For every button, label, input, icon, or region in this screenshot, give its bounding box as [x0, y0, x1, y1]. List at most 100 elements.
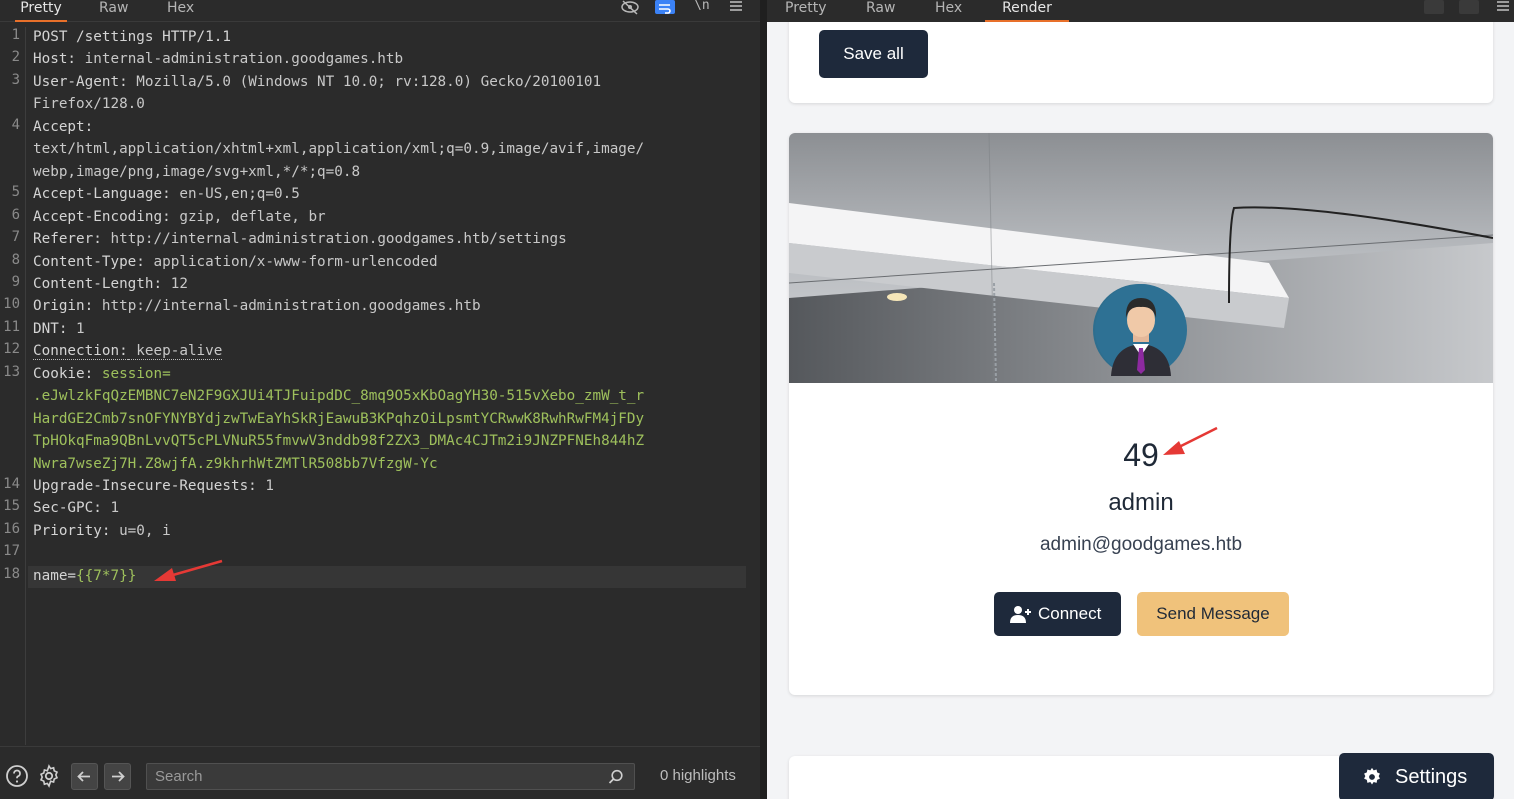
code-line[interactable]: HardGE2Cmb7snOFYNYBYdjzwTwEaYhSkRjEawuB3… — [33, 408, 644, 430]
header-name: Accept-Encoding: — [33, 208, 171, 225]
code-line[interactable]: DNT: 1 — [33, 318, 85, 340]
header-name: Cookie: — [33, 365, 94, 382]
request-tabbar: Pretty Raw Hex \n — [0, 0, 760, 22]
code-value-highlight: session= — [101, 365, 171, 382]
code-line[interactable]: Priority: u=0, i — [33, 520, 171, 542]
tab-raw[interactable]: Raw — [99, 0, 128, 22]
code-line[interactable]: Connection: keep-alive — [33, 340, 223, 362]
settings-label: Settings — [1395, 766, 1468, 788]
line-number: 18 — [3, 565, 20, 582]
connect-button[interactable]: Connect — [994, 592, 1121, 636]
line-number: 7 — [11, 229, 20, 246]
code-line[interactable]: Cookie: session= — [33, 363, 171, 385]
code-line[interactable]: POST /settings HTTP/1.1 — [33, 26, 231, 48]
search-input[interactable]: Search — [146, 763, 635, 790]
code-line[interactable]: Content-Length: 12 — [33, 273, 188, 295]
render-tabbar: Pretty Raw Hex Render — [767, 0, 1514, 22]
tab-hex[interactable]: Hex — [167, 0, 194, 22]
line-number: 10 — [3, 296, 20, 313]
code-line[interactable]: Upgrade-Insecure-Requests: 1 — [33, 475, 274, 497]
header-value: webp,image/png,image/svg+xml,*/*;q=0.8 — [33, 163, 361, 180]
code-line[interactable]: Sec-GPC: 1 — [33, 497, 119, 519]
header-value: 1 — [256, 478, 275, 494]
gear-icon[interactable] — [37, 764, 61, 788]
header-value: text/html,application/xhtml+xml,applicat… — [33, 141, 645, 158]
header-name: Content-Type: — [33, 253, 145, 270]
tab-hex[interactable]: Hex — [935, 0, 962, 22]
tab-pretty[interactable]: Pretty — [785, 0, 827, 22]
tab-pretty[interactable]: Pretty — [15, 0, 67, 22]
code-line[interactable]: Referer: http://internal-administration.… — [33, 228, 567, 250]
code-line[interactable]: Firefox/128.0 — [33, 93, 145, 115]
header-name: Origin: — [33, 298, 94, 315]
line-number: 15 — [3, 498, 20, 515]
arrow-right-icon — [112, 771, 125, 782]
code-line[interactable]: webp,image/png,image/svg+xml,*/*;q=0.8 — [33, 161, 360, 183]
line-number-gutter: 1 2 3 4 5 6 7 8 9 10 11 12 13 14 15 16 17 18 — [0, 27, 26, 745]
render-pane: Save all 49 admin admin@goodgames.htb Co… — [767, 0, 1514, 799]
pane-divider[interactable] — [760, 0, 767, 799]
profile-username: admin — [1108, 489, 1174, 516]
save-all-button[interactable]: Save all — [819, 30, 928, 78]
tab-raw[interactable]: Raw — [866, 0, 895, 22]
header-value: Mozilla/5.0 (Windows NT 10.0; rv:128.0) … — [127, 73, 602, 90]
line-number: 12 — [3, 341, 20, 358]
menu-icon[interactable] — [1494, 0, 1514, 16]
search-icon[interactable] — [608, 769, 624, 785]
line-number: 14 — [3, 476, 20, 492]
header-name: name= — [33, 567, 77, 584]
tab-render[interactable]: Render — [985, 0, 1069, 22]
code-value-highlight: HardGE2Cmb7snOFYNYBYdjzwTwEaYhSkRjEawuB3… — [33, 410, 645, 427]
code-line[interactable]: Accept-Encoding: gzip, deflate, br — [33, 206, 326, 228]
settings-button[interactable]: Settings — [1339, 753, 1494, 799]
header-value: en-US,en;q=0.5 — [170, 186, 300, 203]
send-message-button[interactable]: Send Message — [1137, 592, 1289, 636]
code-line[interactable]: Content-Type: application/x-www-form-url… — [33, 251, 438, 273]
code-line[interactable]: Accept-Language: en-US,en;q=0.5 — [33, 183, 300, 205]
code-line[interactable]: .eJwlzkFqQzEMBNC7eN2F9GXJUi4TJFuipdDC_8m… — [33, 385, 644, 407]
code-value-highlight: .eJwlzkFqQzEMBNC7eN2F9GXJUi4TJFuipdDC_8m… — [33, 388, 645, 405]
header-name: Content-Length: — [33, 275, 163, 292]
arrow-left-icon — [77, 771, 90, 782]
header-name: Upgrade-Insecure-Requests: — [33, 478, 257, 494]
line-number: 8 — [11, 251, 20, 268]
header-name: Connection: — [33, 343, 128, 361]
eye-slash-icon[interactable] — [620, 0, 640, 16]
menu-icon[interactable] — [727, 0, 747, 16]
code-value-highlight: TpHOkqFma9QBnLvvQT5cPLVNuR55fmvwV3nddb98… — [33, 433, 645, 450]
next-button[interactable] — [104, 763, 131, 790]
code-line[interactable]: Accept: — [33, 116, 93, 138]
request-editor[interactable]: 1 2 3 4 5 6 7 8 9 10 11 12 13 14 15 16 17 18 POST /settin… — [0, 27, 760, 745]
wrap-icon[interactable] — [1424, 0, 1444, 14]
header-value: 12 — [162, 275, 188, 292]
header-name: Sec-GPC: — [33, 500, 102, 517]
newline-icon[interactable]: \n — [694, 0, 710, 13]
newline-icon[interactable] — [1459, 0, 1479, 14]
code-line[interactable]: Origin: http://internal-administration.g… — [33, 295, 481, 317]
line-number: 1 — [11, 27, 20, 43]
header-value: http://internal-administration.goodgames… — [101, 231, 567, 248]
header-name: POST /settings HTTP/1.1 — [33, 29, 231, 45]
line-number: 6 — [11, 206, 20, 223]
editor-bottom-bar: Search 0 highlights — [0, 746, 760, 799]
profile-email: admin@goodgames.htb — [1039, 534, 1243, 555]
help-icon[interactable] — [5, 764, 29, 788]
line-number: 4 — [11, 116, 20, 133]
line-number: 16 — [3, 520, 20, 537]
line-number: 11 — [3, 318, 20, 335]
line-number: 3 — [11, 71, 20, 88]
header-value: gzip, deflate, br — [170, 208, 326, 225]
header-value: application/x-www-form-urlencoded — [144, 253, 438, 270]
code-line[interactable]: text/html,application/xhtml+xml,applicat… — [33, 138, 644, 160]
gear-icon — [1364, 767, 1380, 785]
code-line[interactable]: Host: internal-administration.goodgames.… — [33, 48, 403, 70]
previous-button[interactable] — [71, 763, 98, 790]
code-line[interactable]: TpHOkqFma9QBnLvvQT5cPLVNuR55fmvwV3nddb98… — [33, 430, 644, 452]
code-line[interactable]: name={{7*7}} — [33, 565, 136, 587]
code-line[interactable]: Nwra7wseZj7H.Z8wjfA.z9khrhWtZMTlR508bb7V… — [33, 453, 438, 475]
code-value-highlight: Nwra7wseZj7H.Z8wjfA.z9khrhWtZMTlR508bb7V… — [33, 455, 438, 472]
wrap-icon[interactable] — [655, 0, 675, 14]
line-number: 13 — [3, 363, 20, 380]
code-line[interactable]: User-Agent: Mozilla/5.0 (Windows NT 10.0… — [33, 71, 601, 93]
header-name: DNT: — [33, 320, 68, 337]
